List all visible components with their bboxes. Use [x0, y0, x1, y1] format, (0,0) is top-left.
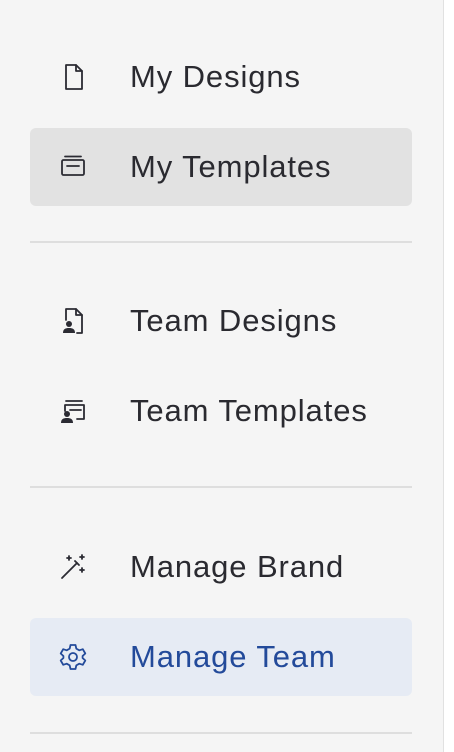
nav-item-team-templates[interactable]: Team Templates	[30, 372, 412, 450]
sidebar: My Designs My Templates Team Designs Tea…	[0, 0, 444, 752]
magic-wand-icon	[57, 551, 89, 583]
nav-item-manage-team[interactable]: Manage Team	[30, 618, 412, 696]
nav-item-team-designs[interactable]: Team Designs	[30, 282, 412, 360]
team-document-icon	[57, 305, 89, 337]
gear-icon	[57, 641, 89, 673]
nav-item-label: My Designs	[130, 59, 301, 94]
nav-item-label: Manage Brand	[130, 549, 345, 584]
nav-item-label: Team Templates	[130, 393, 368, 428]
divider	[30, 486, 412, 488]
divider	[30, 732, 412, 734]
document-icon	[57, 61, 89, 93]
nav-item-my-designs[interactable]: My Designs	[30, 38, 412, 116]
nav-item-label: My Templates	[130, 149, 332, 184]
nav-item-label: Team Designs	[130, 303, 338, 338]
template-icon	[57, 151, 89, 183]
content-edge	[444, 0, 454, 752]
team-template-icon	[57, 395, 89, 427]
divider	[30, 241, 412, 243]
nav-item-manage-brand[interactable]: Manage Brand	[30, 528, 412, 606]
nav-item-label: Manage Team	[130, 639, 336, 674]
nav-item-my-templates[interactable]: My Templates	[30, 128, 412, 206]
